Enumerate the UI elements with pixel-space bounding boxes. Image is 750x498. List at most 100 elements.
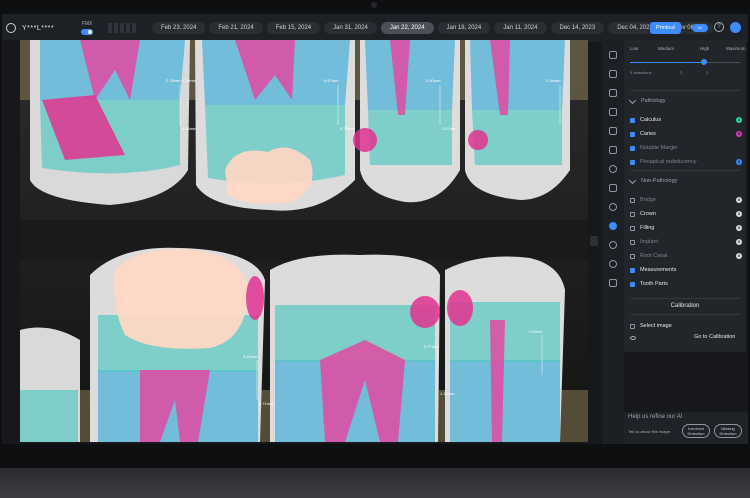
ai-toggle[interactable]: AI <box>692 24 708 32</box>
item-label: Tooth Parts <box>640 281 668 287</box>
lower-filling[interactable] <box>114 249 249 349</box>
checkbox[interactable] <box>630 267 635 273</box>
lower-tooth-3[interactable] <box>445 256 565 443</box>
panel-collapse-button[interactable] <box>590 236 598 246</box>
non-pathology-item[interactable]: Measurements <box>630 264 742 276</box>
checkbox[interactable] <box>630 159 635 165</box>
date-tab[interactable]: Jan 22, 2024 <box>380 22 434 34</box>
measurement-label: 2.71mm <box>259 401 274 406</box>
checkbox[interactable] <box>630 281 635 287</box>
layout-icon[interactable] <box>609 51 617 59</box>
date-tab[interactable]: Jan 11, 2024 <box>494 22 547 34</box>
rotate-icon[interactable] <box>609 260 617 268</box>
zoom-icon[interactable] <box>609 203 617 211</box>
pathology-item[interactable]: Notable Margin <box>630 142 742 154</box>
confidence-slider[interactable]: Low Medium High Maximum 9 detections 2 1 <box>624 40 746 88</box>
bitewing-xray[interactable]: 2.78mm 0.78mm 0.87mm 0.50mm 2.34mm 3.10mm 0.7… <box>20 40 588 442</box>
pathology-item[interactable]: Calculus 1 <box>630 114 742 126</box>
incorrect-detection-button[interactable]: Incorrect Detection <box>682 424 710 438</box>
chevron-down-icon <box>628 96 637 104</box>
pathology-item[interactable]: Periapical radiolucency 0 <box>630 156 742 168</box>
eye-icon[interactable] <box>609 241 617 249</box>
upper-tooth-1[interactable] <box>30 40 190 205</box>
measurement-label: 1.57mm <box>442 126 457 131</box>
eye-icon[interactable] <box>630 336 636 340</box>
date-tab[interactable]: Jan 18, 2024 <box>437 22 491 34</box>
pathology-item[interactable]: Caries 5 <box>630 128 742 140</box>
divider <box>630 298 740 299</box>
non-pathology-item[interactable]: Bridge 0 <box>630 194 742 206</box>
caries-mark[interactable] <box>468 130 488 150</box>
select-image-row[interactable]: Select image <box>630 320 742 332</box>
device-base <box>0 468 750 498</box>
item-label: Crown <box>640 211 656 217</box>
contrast-icon[interactable] <box>609 184 617 192</box>
checkbox[interactable] <box>630 145 635 151</box>
item-label: Measurements <box>640 267 677 273</box>
measurement-label: 0.87mm <box>324 78 339 83</box>
date-tab[interactable]: Feb 21, 2024 <box>209 22 263 34</box>
checkbox[interactable] <box>630 197 635 203</box>
checkbox[interactable] <box>630 239 635 245</box>
printout-button[interactable]: Printout <box>650 22 681 34</box>
date-tab[interactable]: Dec 14, 2023 <box>550 22 605 34</box>
flip-icon[interactable] <box>609 279 617 287</box>
lower-tooth-partial[interactable] <box>20 327 80 442</box>
fullscreen-icon[interactable] <box>609 70 617 78</box>
tooth-icon[interactable] <box>609 146 617 154</box>
go-to-calibration-link[interactable]: Go to Calibration <box>694 334 735 340</box>
findings-panel: Low Medium High Maximum 9 detections 2 1… <box>624 40 746 352</box>
select-image-checkbox[interactable] <box>630 323 635 329</box>
occlusal-gap <box>20 220 588 260</box>
pathology-header[interactable]: Pathology <box>628 96 665 104</box>
non-pathology-header[interactable]: Non-Pathology <box>628 176 677 184</box>
upper-tooth-3[interactable] <box>353 40 460 203</box>
checkbox[interactable] <box>630 211 635 217</box>
date-tab[interactable]: Feb 15, 2024 <box>266 22 321 34</box>
date-tab[interactable]: Feb 23, 2024 <box>152 22 206 34</box>
refine-title: Help us refine our AI <box>628 414 683 420</box>
lower-tooth-2[interactable] <box>270 254 440 442</box>
checkbox[interactable] <box>630 117 635 123</box>
patient-info[interactable]: Y***L**** <box>6 23 72 33</box>
caries-mark[interactable] <box>410 296 440 328</box>
non-pathology-item[interactable]: Root Canal 0 <box>630 250 742 262</box>
item-label: Calculus <box>640 117 662 123</box>
checkbox[interactable] <box>630 253 635 259</box>
fmx-thumbnails[interactable] <box>108 21 144 35</box>
caries-mark[interactable] <box>246 276 264 320</box>
home-icon[interactable] <box>609 127 617 135</box>
invert-icon[interactable] <box>609 222 617 230</box>
caries-mark[interactable] <box>447 290 473 326</box>
confidence-knob[interactable] <box>701 59 707 65</box>
date-tab[interactable]: Jan 31, 2024 <box>324 22 377 34</box>
pen-icon[interactable] <box>609 108 617 116</box>
count-badge: 5 <box>736 131 742 137</box>
non-pathology-item[interactable]: Implant 0 <box>630 236 742 248</box>
non-pathology-item[interactable]: Crown 3 <box>630 208 742 220</box>
caries-mark[interactable] <box>353 128 377 152</box>
missing-detection-button[interactable]: Missing Detection <box>714 424 742 438</box>
checkbox[interactable] <box>630 131 635 137</box>
upper-tooth-4[interactable] <box>465 40 570 200</box>
checkbox[interactable] <box>630 225 635 231</box>
level-count-high: 1 <box>706 70 709 75</box>
item-label: Bridge <box>640 197 656 203</box>
count-badge: 0 <box>736 197 742 203</box>
fmx-toggle[interactable] <box>81 29 93 35</box>
item-label: Caries <box>640 131 656 137</box>
tool-rail <box>602 40 624 444</box>
ruler-icon[interactable] <box>609 89 617 97</box>
avatar[interactable] <box>730 22 741 33</box>
upper-tooth-2[interactable] <box>195 40 355 211</box>
item-label: Notable Margin <box>640 145 678 151</box>
fmx-toggle-group[interactable]: FMX <box>72 21 102 35</box>
non-pathology-item[interactable]: Tooth Parts <box>630 278 742 290</box>
fmx-label: FMX <box>81 21 93 27</box>
brightness-icon[interactable] <box>609 165 617 173</box>
xray-viewer[interactable]: 2.78mm 0.78mm 0.87mm 0.50mm 2.34mm 3.10mm 0.7… <box>20 40 588 442</box>
non-pathology-item[interactable]: Filling 3 <box>630 222 742 234</box>
upper-filling[interactable] <box>225 147 313 204</box>
lower-tooth-1[interactable] <box>90 247 265 442</box>
help-icon[interactable]: ? <box>714 22 724 32</box>
